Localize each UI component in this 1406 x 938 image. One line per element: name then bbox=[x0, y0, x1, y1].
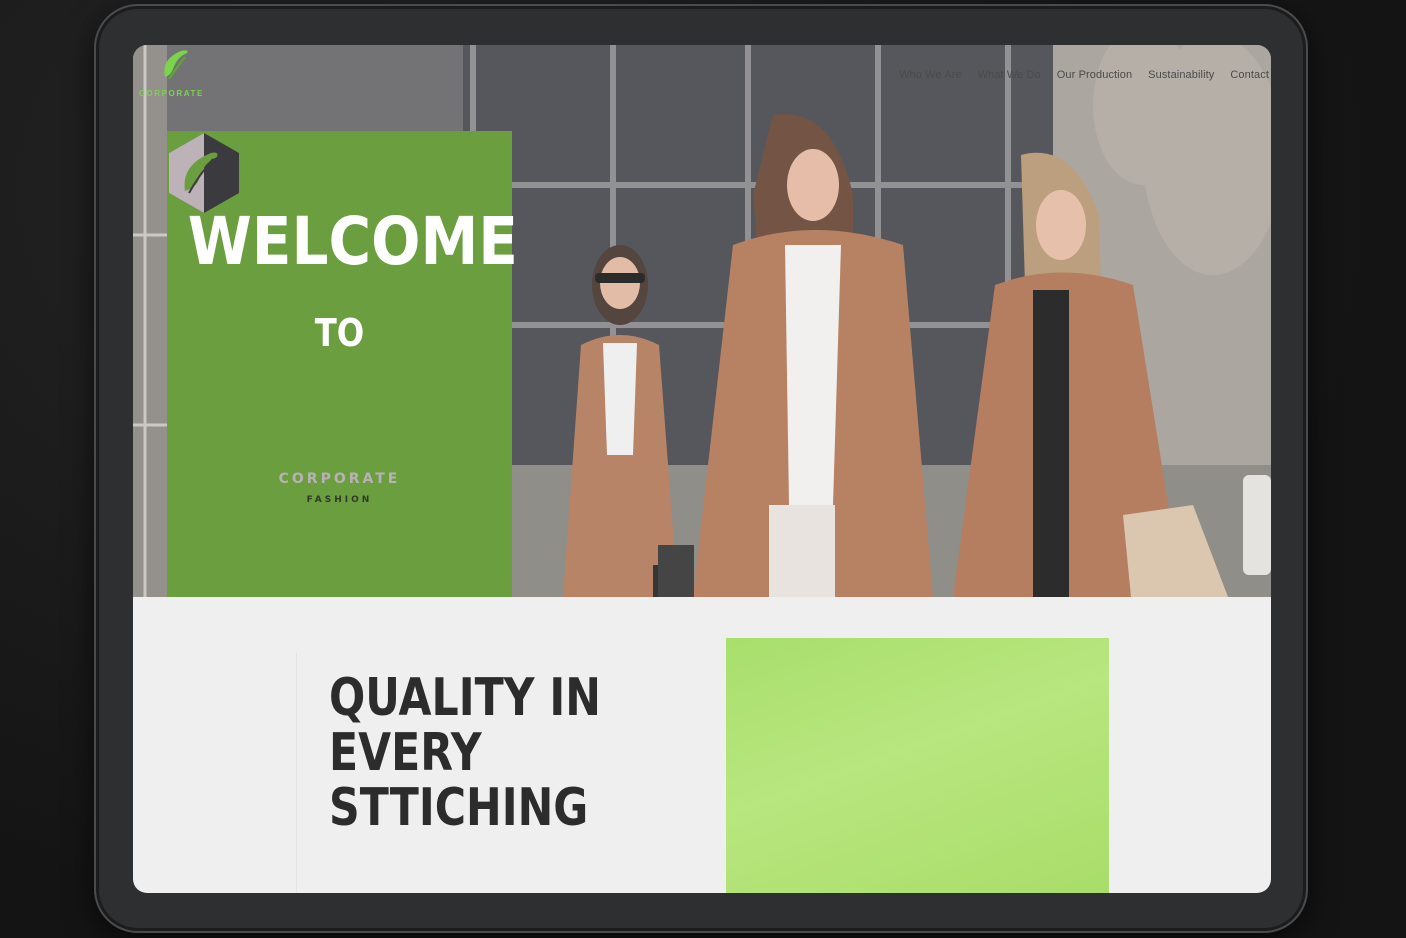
site-logo[interactable]: CORPORATE bbox=[139, 47, 219, 101]
nav-item-sustainability[interactable]: Sustainability bbox=[1148, 69, 1214, 81]
quality-heading: QUALITY IN EVERY STTICHING bbox=[329, 668, 601, 838]
hero-section: CORPORATE Who We Are What We Do Our Prod… bbox=[133, 45, 1271, 597]
main-nav: Who We Are What We Do Our Production Sus… bbox=[899, 69, 1269, 81]
website-screen: CORPORATE Who We Are What We Do Our Prod… bbox=[133, 45, 1271, 893]
brand-name: CORPORATE bbox=[278, 471, 401, 487]
nav-item-our-production[interactable]: Our Production bbox=[1057, 69, 1132, 81]
site-logo-text: CORPORATE bbox=[139, 89, 204, 98]
section-divider bbox=[296, 653, 297, 893]
welcome-panel: WELCOME TO CORPORATE FASHION bbox=[167, 131, 518, 597]
welcome-to-text: TO bbox=[314, 311, 365, 355]
brand-subtitle: FASHION bbox=[306, 495, 373, 505]
nav-item-who-we-are[interactable]: Who We Are bbox=[899, 69, 962, 81]
green-feature-block bbox=[726, 638, 1109, 893]
hexagon-leaf-logo-icon bbox=[169, 133, 239, 213]
nav-item-contact[interactable]: Contact bbox=[1230, 69, 1269, 81]
nav-item-what-we-do[interactable]: What We Do bbox=[978, 69, 1041, 81]
leaf-logo-icon bbox=[164, 50, 188, 80]
device-stage: CORPORATE Who We Are What We Do Our Prod… bbox=[0, 0, 1406, 938]
